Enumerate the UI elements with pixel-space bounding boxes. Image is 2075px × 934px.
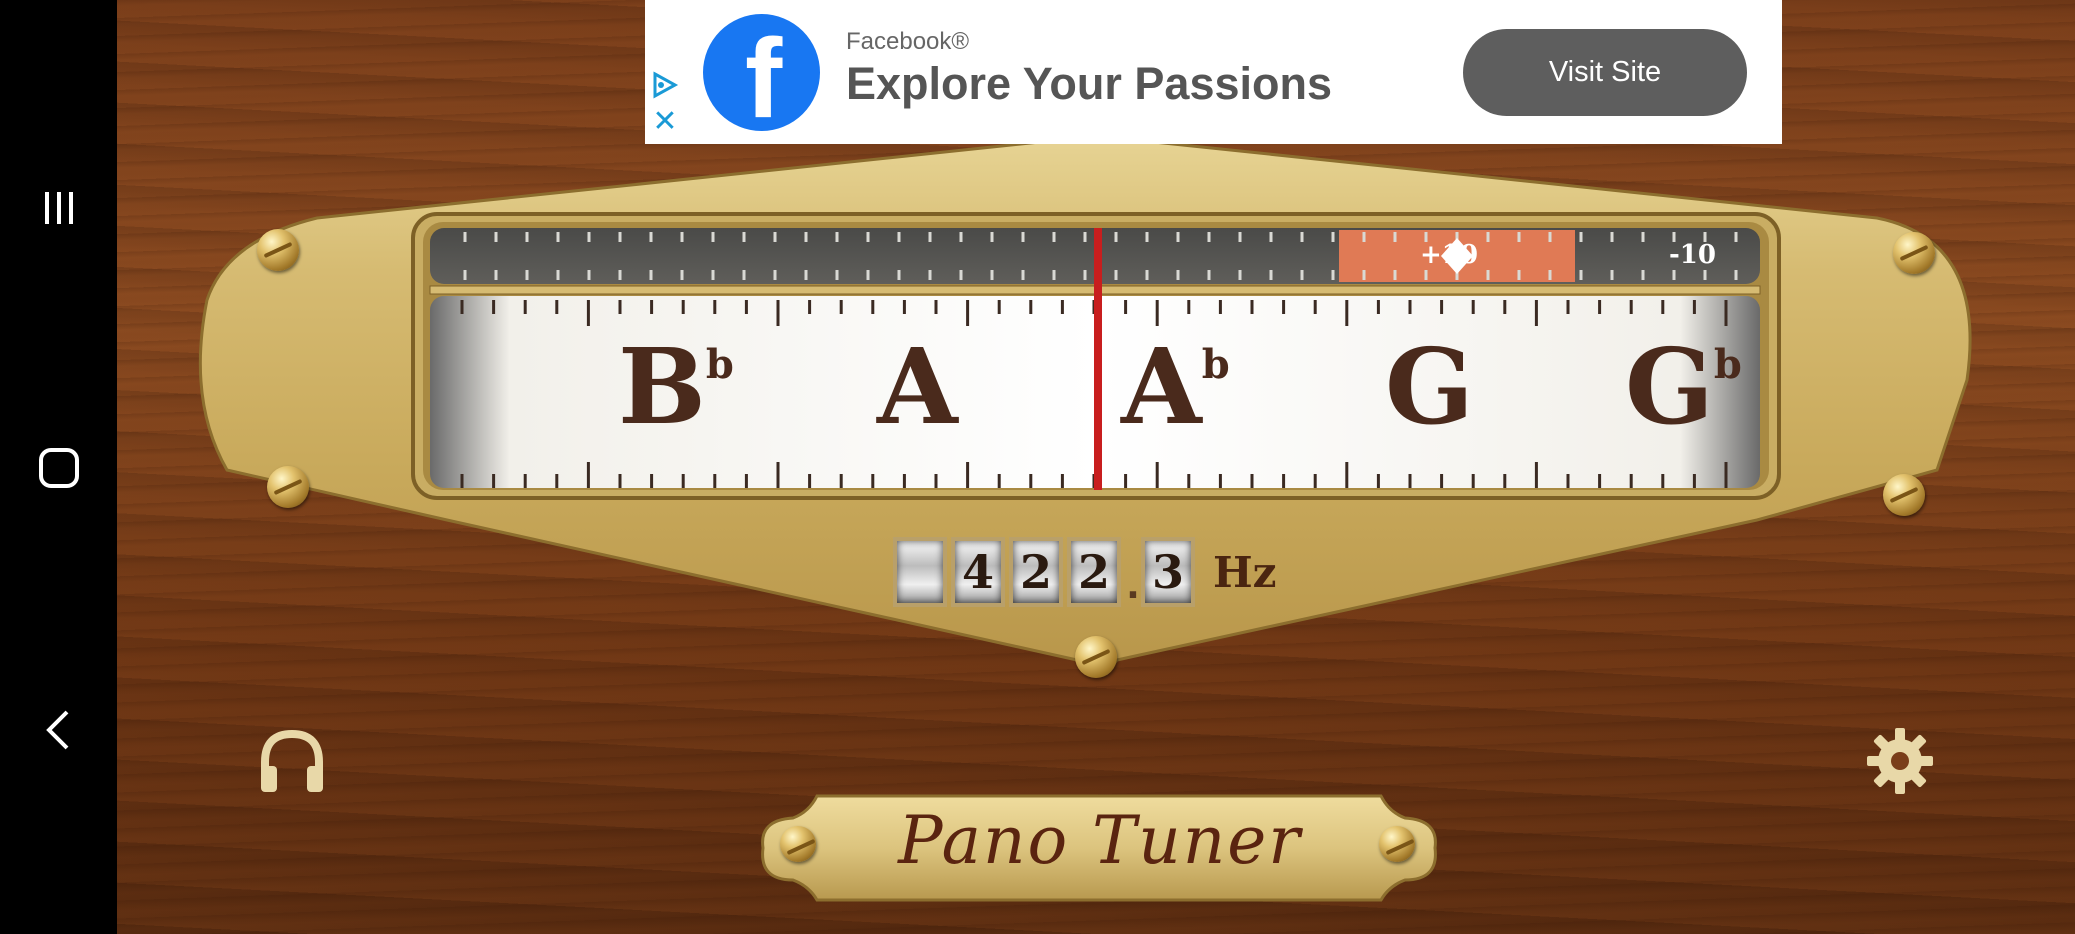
tuner-app: +10 -10 Bb A Ab G Gb 4 2 2 . 3 Hz Pano T… xyxy=(117,0,2075,934)
headphones-icon xyxy=(261,729,323,792)
ad-choices-icon[interactable] xyxy=(649,70,679,100)
cents-minus-label: -10 xyxy=(1669,240,1716,270)
screw xyxy=(1075,636,1117,678)
screw xyxy=(1893,232,1935,274)
frequency-digit xyxy=(893,537,947,607)
back-button[interactable] xyxy=(0,690,117,770)
note-a: A xyxy=(877,325,958,448)
ad-banner[interactable]: ✕ f Facebook® Explore Your Passions Visi… xyxy=(645,0,1782,144)
decimal-separator: . xyxy=(1126,566,1140,607)
app-title: Pano Tuner xyxy=(898,802,1302,879)
frequency-digit: 4 xyxy=(951,537,1005,607)
facebook-logo-icon: f xyxy=(703,14,820,137)
settings-button[interactable] xyxy=(1865,726,1935,796)
recents-icon xyxy=(44,192,73,224)
frequency-digit: 2 xyxy=(1067,537,1121,607)
frequency-unit: Hz xyxy=(1213,547,1277,597)
recents-button[interactable] xyxy=(0,168,117,248)
frequency-readout: 4 2 2 . 3 Hz xyxy=(893,534,1277,610)
visit-site-button[interactable]: Visit Site xyxy=(1463,29,1747,116)
ad-close-icon[interactable]: ✕ xyxy=(651,107,679,137)
frequency-digit: 2 xyxy=(1009,537,1063,607)
note-a-flat: Ab xyxy=(1121,325,1230,448)
home-button[interactable] xyxy=(0,428,117,508)
note-b-flat: Bb xyxy=(618,325,734,448)
headphones-button[interactable] xyxy=(257,726,327,796)
note-g-flat: Gb xyxy=(1625,325,1742,448)
screw xyxy=(257,229,299,271)
frequency-decimal-digit: 3 xyxy=(1141,537,1195,607)
ad-headline[interactable]: Explore Your Passions xyxy=(846,58,1332,110)
gear-icon xyxy=(1867,728,1933,794)
back-icon xyxy=(45,710,68,750)
system-nav-bar xyxy=(0,0,117,934)
home-icon xyxy=(38,448,79,488)
screw xyxy=(267,466,309,508)
screw xyxy=(1883,474,1925,516)
cents-plus-label: +10 xyxy=(1420,240,1478,270)
ad-sponsor: Facebook® xyxy=(846,28,970,55)
note-g: G xyxy=(1385,325,1474,448)
